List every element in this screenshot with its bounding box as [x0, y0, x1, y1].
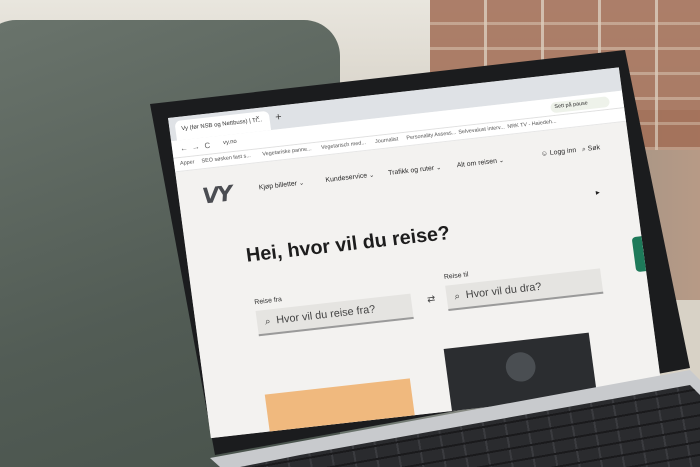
new-tab-icon[interactable]: + [275, 111, 283, 123]
bookmark-item[interactable]: Vegetariske panne... [262, 146, 312, 157]
nav-trafikk-og-ruter[interactable]: Trafikk og ruter⌄ [388, 164, 442, 177]
tab-title: Vy (før NSB og Nettbuss) | Tr... [181, 117, 263, 133]
url-field[interactable]: vy.no [223, 139, 237, 146]
page-title: Hei, hvor vil du reise? [244, 222, 452, 267]
nav-kundeservice[interactable]: Kundeservice⌄ [325, 172, 375, 184]
nav-alt-om-reisen[interactable]: Alt om reisen⌄ [456, 157, 504, 169]
person-photo [504, 350, 538, 384]
laptop: Vy (før NSB og Nettbuss) | Tr... × + ← →… [0, 0, 700, 467]
swap-icon[interactable]: ⇄ [426, 294, 436, 306]
reload-icon[interactable]: C [204, 141, 211, 150]
login-label: Logg inn [549, 147, 577, 157]
search-icon: ⌕ [581, 145, 587, 154]
login-button[interactable]: ☺ Logg inn [540, 147, 576, 158]
bookmark-item[interactable]: Vegetarisch med... [321, 140, 366, 151]
bookmark-item[interactable]: Journalist [375, 137, 399, 145]
to-field[interactable]: ⌕ Hvor vil du dra? [445, 268, 604, 311]
bookmark-item[interactable]: SEO søsken fast s... [201, 153, 251, 164]
back-icon[interactable]: ← [179, 143, 188, 153]
vy-logo[interactable]: VY [201, 182, 233, 209]
from-label: Reise fra [253, 296, 283, 307]
chevron-down-icon: ⌄ [298, 180, 305, 187]
bookmark-item[interactable]: Selvevalust interv... [458, 125, 505, 136]
search-icon: ⌕ [453, 291, 461, 303]
tab-close-icon[interactable]: × [255, 115, 260, 122]
mouse-cursor: ▸ [595, 187, 601, 197]
forward-icon[interactable]: → [191, 142, 200, 152]
user-icon: ☺ [540, 150, 549, 158]
search-label: Søk [587, 144, 601, 153]
to-label: Reise til [443, 271, 469, 281]
nav-label: Alt om reisen [456, 157, 498, 170]
chevron-down-icon: ⌄ [498, 158, 505, 165]
nav-kjop-billetter[interactable]: Kjøp billetter⌄ [258, 180, 305, 192]
chevron-down-icon: ⌄ [368, 172, 375, 180]
search-icon: ⌕ [264, 316, 272, 328]
search-button[interactable]: ⌕ Søk [582, 144, 601, 154]
from-placeholder: Hvor vil du reise fra? [275, 303, 376, 327]
bookmark-item[interactable]: Apper [180, 159, 195, 166]
bookmark-item[interactable]: NRK TV - Haiedeh... [507, 119, 557, 130]
nav-label: Kjøp billetter [258, 180, 298, 192]
chevron-down-icon: ⌄ [435, 165, 442, 172]
nav-label: Trafikk og ruter [387, 164, 435, 177]
nav-label: Kundeservice [325, 172, 368, 184]
bookmark-item[interactable]: Personality Assess... [406, 130, 457, 141]
to-placeholder: Hvor vil du dra? [465, 280, 543, 302]
laptop-screen: Vy (før NSB og Nettbuss) | Tr... × + ← →… [168, 67, 662, 439]
